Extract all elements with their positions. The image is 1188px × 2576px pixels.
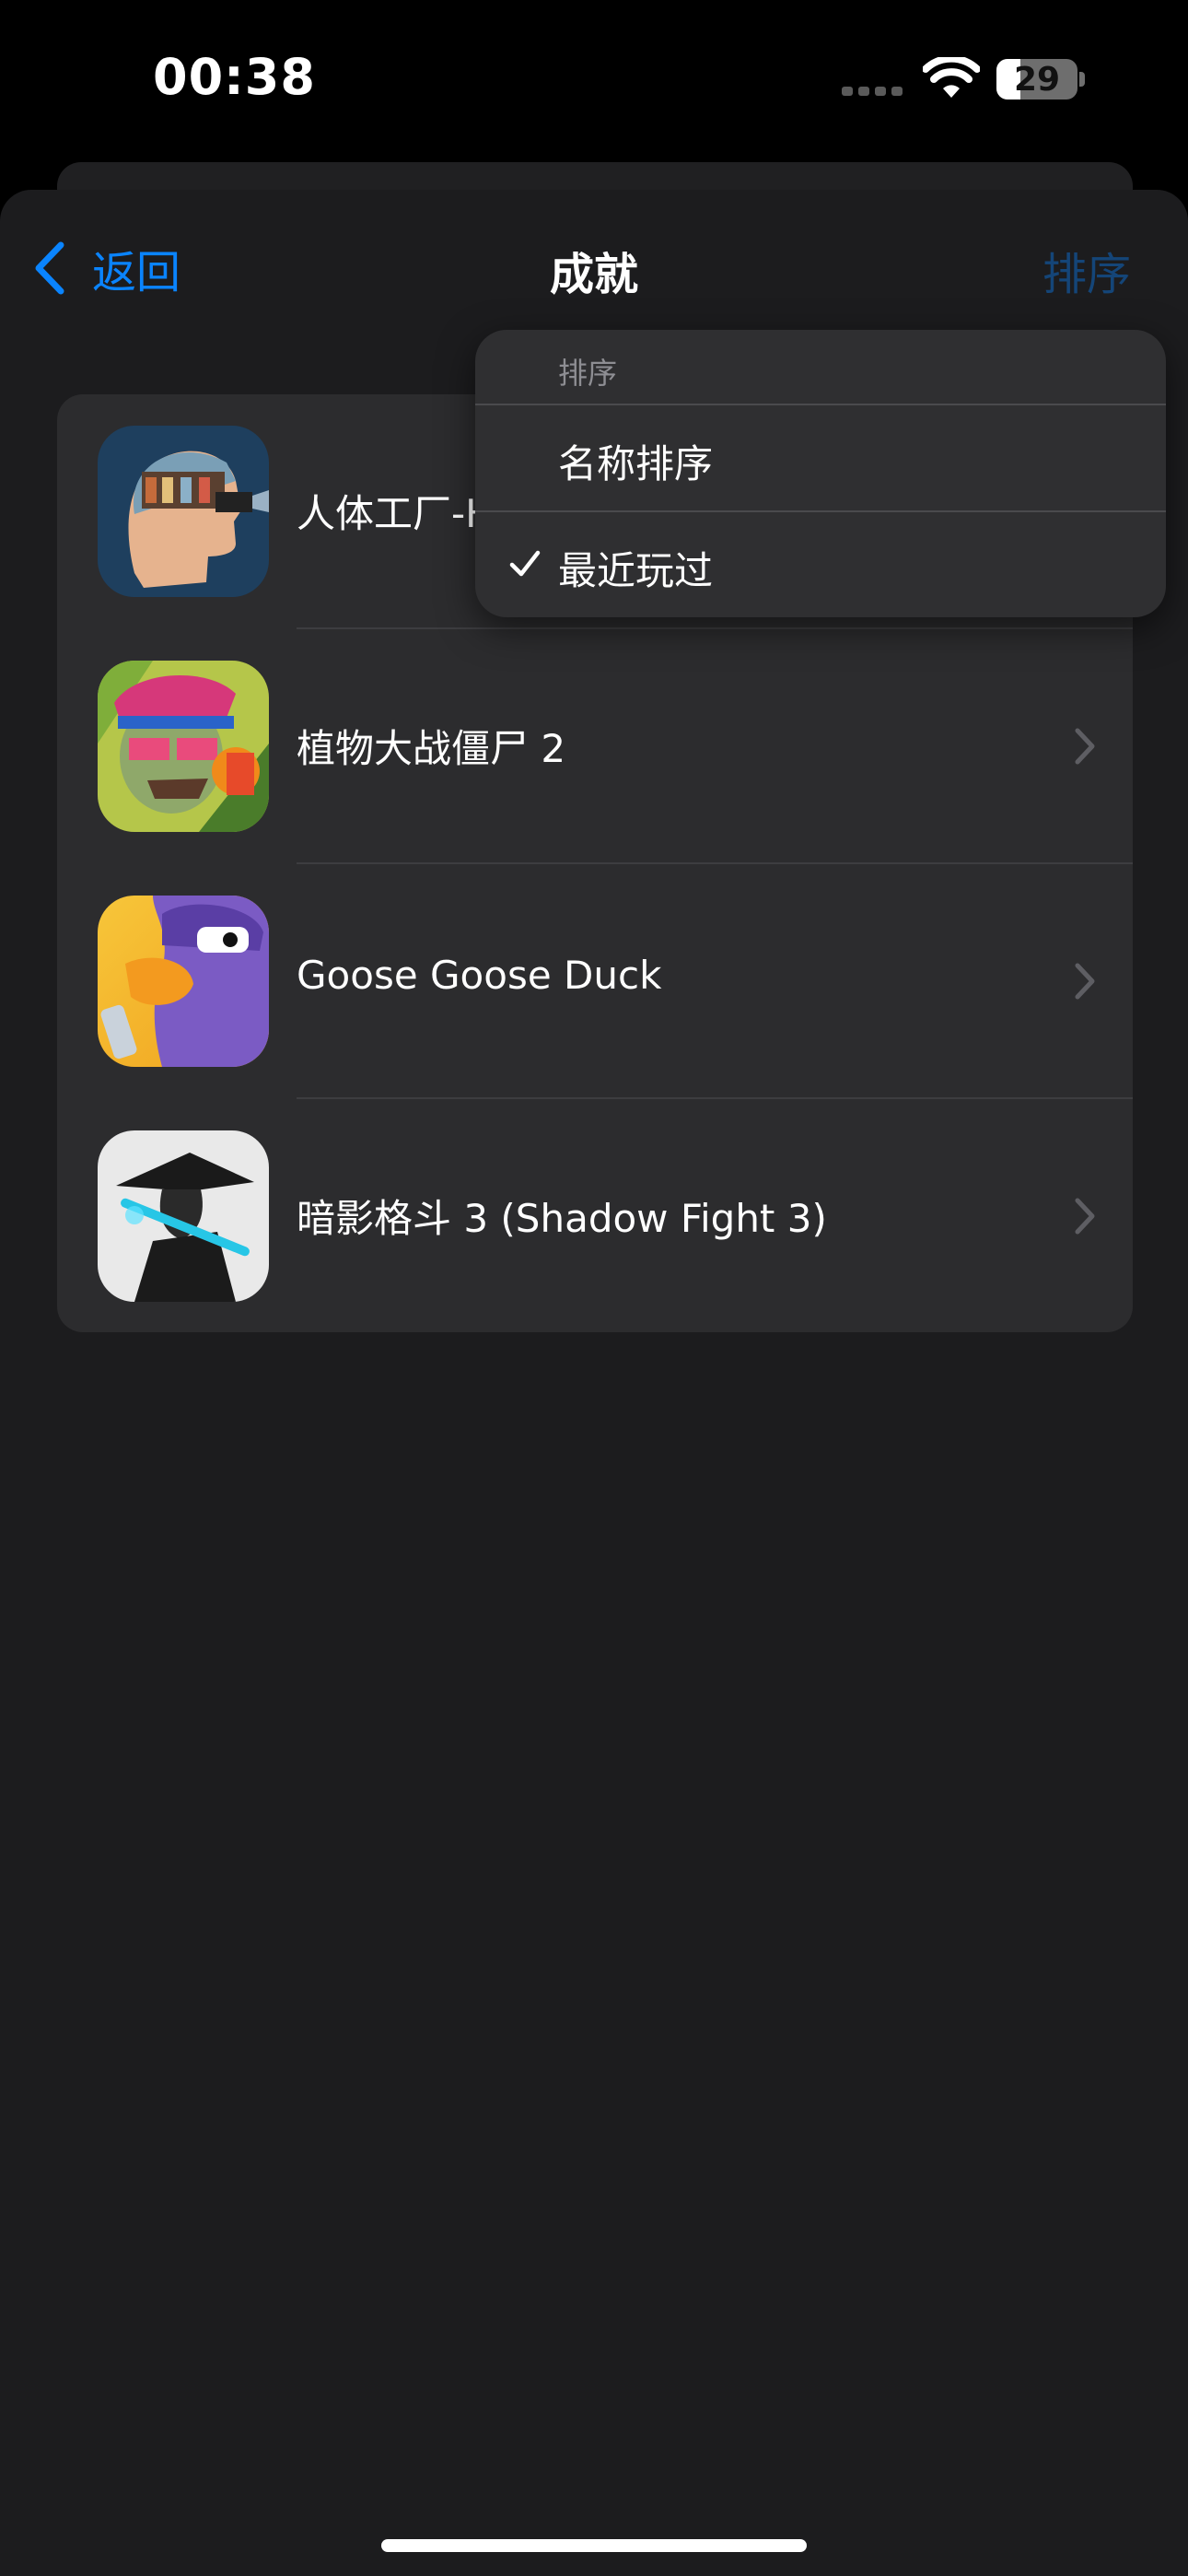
- goose-goose-duck-game-icon: [98, 896, 269, 1067]
- home-indicator: [381, 2539, 807, 2552]
- status-time: 00:38: [153, 48, 316, 106]
- status-bar: 00:38 29: [0, 0, 1188, 166]
- game-name: Goose Goose Duck: [297, 953, 662, 998]
- chevron-right-icon: [1075, 1198, 1095, 1235]
- chevron-right-icon: [1075, 728, 1095, 765]
- sort-option-by-name[interactable]: 名称排序: [475, 405, 1166, 509]
- sort-menu-header: 排序: [558, 356, 618, 391]
- wifi-icon: [923, 57, 980, 98]
- game-name: 暗影格斗 3 (Shadow Fight 3): [297, 1196, 827, 1241]
- page-title: 成就: [549, 249, 638, 300]
- human-body-game-icon: [98, 426, 269, 597]
- game-name: 植物大战僵尸 2: [297, 726, 566, 771]
- checkmark-icon: [509, 550, 541, 577]
- pvz2-game-icon: [98, 661, 269, 832]
- game-row-pvz2[interactable]: 植物大战僵尸 2: [57, 629, 1133, 864]
- sort-menu: 排序 名称排序 最近玩过: [475, 330, 1166, 617]
- game-row-shadow-fight-3[interactable]: 暗影格斗 3 (Shadow Fight 3): [57, 1099, 1133, 1332]
- shadow-fight-3-game-icon: [98, 1130, 269, 1302]
- sort-option-label: 名称排序: [558, 441, 714, 486]
- chevron-right-icon: [1075, 963, 1095, 1000]
- cellular-signal-icon: [842, 87, 904, 96]
- battery-icon: 29: [996, 59, 1077, 100]
- game-row-goose-goose-duck[interactable]: Goose Goose Duck: [57, 864, 1133, 1099]
- sort-option-recently-played[interactable]: 最近玩过: [475, 512, 1166, 615]
- battery-cap: [1079, 72, 1085, 87]
- sort-button[interactable]: 排序: [1042, 238, 1131, 302]
- battery-level: 29: [1013, 61, 1061, 99]
- sort-option-label: 最近玩过: [558, 548, 714, 593]
